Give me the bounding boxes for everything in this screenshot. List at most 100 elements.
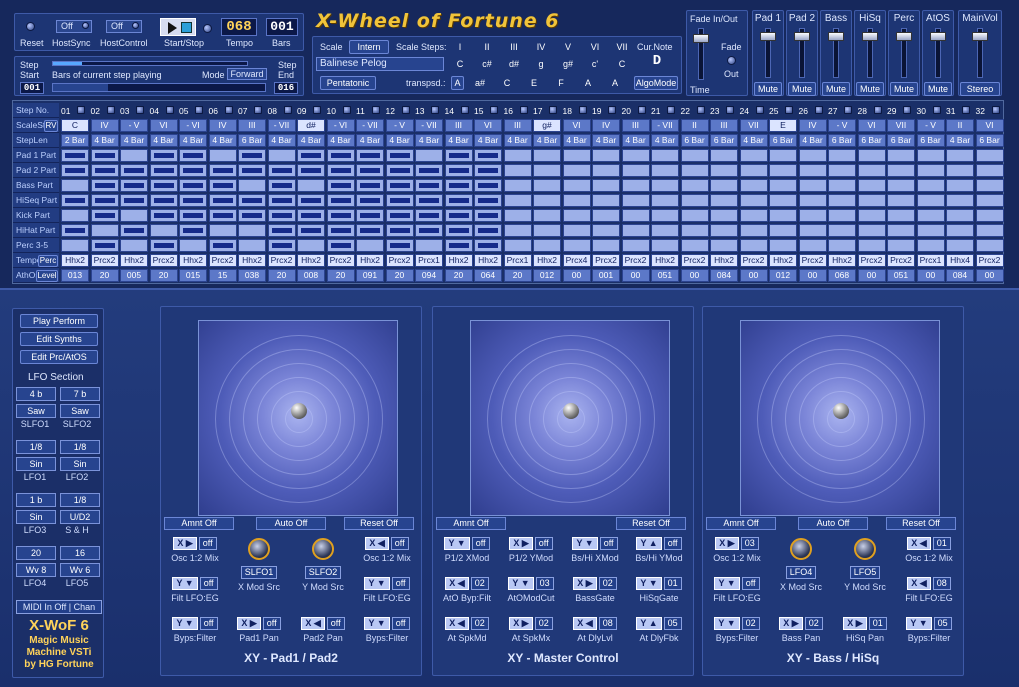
mode-select[interactable]: Forward bbox=[227, 68, 267, 80]
seq-cell-pad1-25[interactable] bbox=[769, 149, 797, 162]
seq-cell-kick-4[interactable] bbox=[149, 209, 178, 222]
seq-cell-hihat-27[interactable] bbox=[828, 224, 856, 237]
seq-cell-hihat-1[interactable] bbox=[61, 224, 89, 237]
seq-cell-pad2-32[interactable] bbox=[975, 164, 1004, 177]
lfo-wave-1[interactable]: Saw bbox=[16, 404, 56, 418]
seq-cell-pad1-14[interactable] bbox=[444, 149, 473, 162]
seq-cell-kick-17[interactable] bbox=[533, 209, 561, 222]
seq-cell-hiseq-29[interactable] bbox=[887, 194, 915, 207]
start-stop-button[interactable] bbox=[160, 18, 196, 36]
scale-degree-5[interactable]: V bbox=[558, 42, 578, 52]
seq-cell-bass-9[interactable] bbox=[297, 179, 325, 192]
seq-cell-athos-9[interactable]: 008 bbox=[297, 269, 325, 282]
seq-cell-hiseq-7[interactable] bbox=[238, 194, 266, 207]
seq-cell-pad1-31[interactable] bbox=[946, 149, 974, 162]
seq-cell-kick-24[interactable] bbox=[739, 209, 768, 222]
seq-cell-kick-7[interactable] bbox=[238, 209, 266, 222]
seq-cell-tempo-31[interactable]: Hhx4 bbox=[946, 254, 974, 267]
xy-amnt-button-1[interactable]: Amnt Off bbox=[164, 517, 234, 530]
seq-cell-steplen-5[interactable]: 4 Bar bbox=[179, 134, 207, 147]
seq-cell-pad1-19[interactable] bbox=[592, 149, 620, 162]
seq-cell-steplen-29[interactable]: 6 Bar bbox=[887, 134, 915, 147]
seq-cell-kick-20[interactable] bbox=[621, 209, 650, 222]
seq-cell-pad1-28[interactable] bbox=[857, 149, 886, 162]
fade-out-led[interactable] bbox=[727, 56, 736, 65]
seq-cell-perc-21[interactable] bbox=[651, 239, 679, 252]
reset-led[interactable] bbox=[26, 22, 35, 33]
seq-cell-pad1-22[interactable] bbox=[680, 149, 709, 162]
seq-cell-pad2-4[interactable] bbox=[149, 164, 178, 177]
seq-cell-athos-14[interactable]: 20 bbox=[444, 269, 473, 282]
seq-cell-kick-13[interactable] bbox=[415, 209, 443, 222]
seq-cell-pad1-7[interactable] bbox=[238, 149, 266, 162]
seq-cell-kick-11[interactable] bbox=[356, 209, 384, 222]
step-led-27[interactable] bbox=[844, 106, 852, 114]
seq-cell-hiseq-30[interactable] bbox=[916, 194, 945, 207]
seq-cell-pad1-3[interactable] bbox=[120, 149, 148, 162]
step-led-24[interactable] bbox=[755, 106, 764, 114]
hostcontrol-toggle[interactable]: Off bbox=[106, 20, 142, 33]
seq-cell-steplen-27[interactable]: 6 Bar bbox=[828, 134, 856, 147]
lfo-rate-2[interactable]: 7 b bbox=[60, 387, 100, 401]
scale-degree-6[interactable]: VI bbox=[585, 42, 605, 52]
step-led-12[interactable] bbox=[401, 106, 410, 114]
channel-fader-7[interactable] bbox=[972, 32, 988, 41]
seq-cell-tempo-17[interactable]: Hhx2 bbox=[533, 254, 561, 267]
channel-mute-3[interactable]: Mute bbox=[822, 82, 850, 96]
seq-cell-hihat-3[interactable] bbox=[120, 224, 148, 237]
seq-cell-bass-28[interactable] bbox=[857, 179, 886, 192]
seq-cell-perc-5[interactable] bbox=[179, 239, 207, 252]
channel-fader-4[interactable] bbox=[862, 32, 878, 41]
seq-cell-kick-6[interactable] bbox=[208, 209, 237, 222]
seq-cell-bass-30[interactable] bbox=[916, 179, 945, 192]
seq-cell-hiseq-19[interactable] bbox=[592, 194, 620, 207]
seq-cell-athos-10[interactable]: 20 bbox=[326, 269, 355, 282]
xy-ctrl-3-9[interactable]: X ▶ 01 HiSq Pan bbox=[834, 614, 896, 652]
seq-cell-steplen-4[interactable]: 4 Bar bbox=[149, 134, 178, 147]
xy-ctrl-2-1[interactable]: Y ▼ off P1/2 XMod bbox=[436, 534, 498, 572]
midi-chan-button[interactable]: Chan bbox=[74, 602, 96, 612]
seq-cell-steplen-14[interactable]: 4 Bar bbox=[444, 134, 473, 147]
seq-cell-kick-1[interactable] bbox=[61, 209, 89, 222]
step-led-17[interactable] bbox=[549, 106, 557, 114]
seq-cell-hiseq-2[interactable] bbox=[90, 194, 119, 207]
seq-cell-pad1-1[interactable] bbox=[61, 149, 89, 162]
seq-cell-scalestep-19[interactable]: IV bbox=[592, 119, 620, 132]
seq-cell-bass-7[interactable] bbox=[238, 179, 266, 192]
seq-cell-steplen-18[interactable]: 4 Bar bbox=[562, 134, 591, 147]
step-led-15[interactable] bbox=[490, 106, 498, 114]
seq-cell-hiseq-9[interactable] bbox=[297, 194, 325, 207]
seq-cell-kick-21[interactable] bbox=[651, 209, 679, 222]
seq-cell-bass-32[interactable] bbox=[975, 179, 1004, 192]
seq-cell-hihat-8[interactable] bbox=[267, 224, 296, 237]
seq-cell-pad1-4[interactable] bbox=[149, 149, 178, 162]
step-led-25[interactable] bbox=[785, 106, 793, 114]
seq-cell-hiseq-27[interactable] bbox=[828, 194, 856, 207]
channel-mute-1[interactable]: Mute bbox=[754, 82, 782, 96]
seq-cell-kick-27[interactable] bbox=[828, 209, 856, 222]
seq-cell-perc-24[interactable] bbox=[739, 239, 768, 252]
step-led-28[interactable] bbox=[873, 106, 882, 114]
seq-cell-hiseq-10[interactable] bbox=[326, 194, 355, 207]
seq-cell-hihat-11[interactable] bbox=[356, 224, 384, 237]
seq-cell-hihat-5[interactable] bbox=[179, 224, 207, 237]
step-led-10[interactable] bbox=[342, 106, 351, 114]
seq-cell-hihat-6[interactable] bbox=[208, 224, 237, 237]
seq-cell-pad2-12[interactable] bbox=[385, 164, 414, 177]
seq-cell-perc-6[interactable] bbox=[208, 239, 237, 252]
seq-cell-tempo-14[interactable]: Hhx2 bbox=[444, 254, 473, 267]
seq-cell-tempo-21[interactable]: Hhx2 bbox=[651, 254, 679, 267]
mod-src-knob-icon[interactable] bbox=[854, 538, 876, 560]
scale-degree-2[interactable]: II bbox=[477, 42, 497, 52]
seq-cell-tempo-25[interactable]: Hhx2 bbox=[769, 254, 797, 267]
mod-src-knob-icon[interactable] bbox=[312, 538, 334, 560]
seq-cell-hiseq-11[interactable] bbox=[356, 194, 384, 207]
seq-cell-hihat-18[interactable] bbox=[562, 224, 591, 237]
midi-in-button[interactable]: MIDI In Off bbox=[23, 602, 66, 612]
xy-ctrl-3-3[interactable]: LFO5 Y Mod Src bbox=[834, 534, 896, 604]
seq-cell-scalestep-8[interactable]: - VII bbox=[267, 119, 296, 132]
seq-cell-kick-22[interactable] bbox=[680, 209, 709, 222]
seq-cell-kick-9[interactable] bbox=[297, 209, 325, 222]
seq-cell-scalestep-20[interactable]: III bbox=[621, 119, 650, 132]
seq-cell-bass-8[interactable] bbox=[267, 179, 296, 192]
